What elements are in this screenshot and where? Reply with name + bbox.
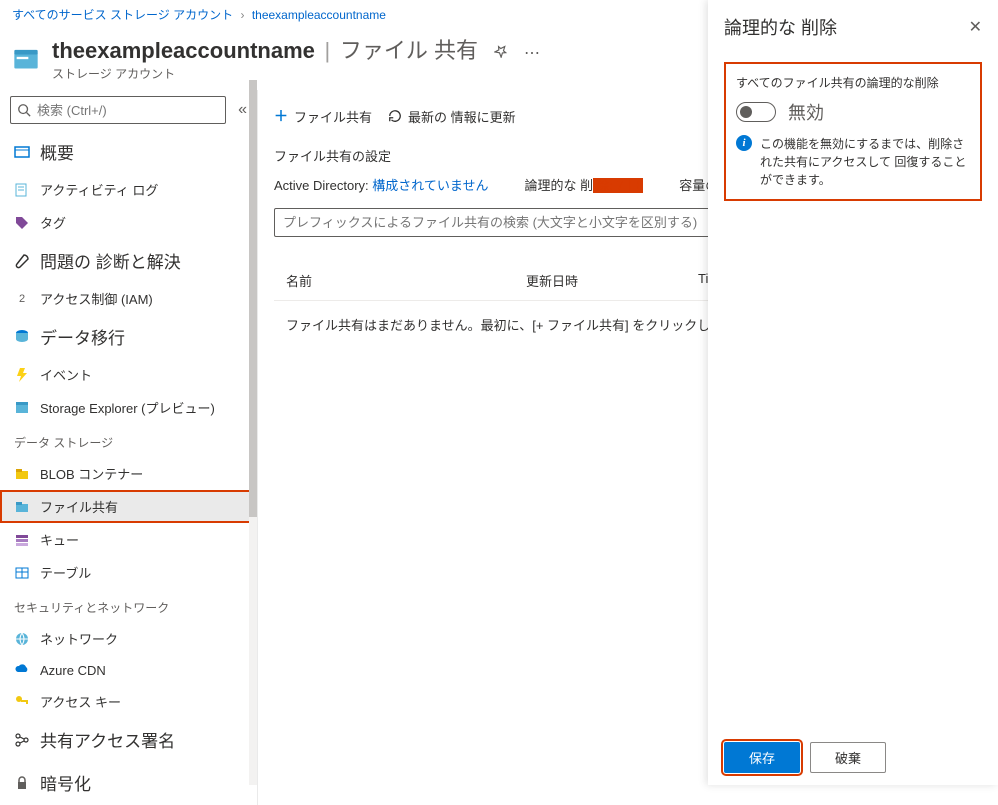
plus-icon: ＋ <box>274 106 288 126</box>
sidebar-item-encryption[interactable]: 暗号化 <box>0 761 257 804</box>
sidebar-label: 概要 <box>40 139 74 164</box>
sidebar-scrollbar[interactable] <box>249 80 257 785</box>
ad-value-link[interactable]: 構成されていません <box>372 178 488 193</box>
sidebar-label: タグ <box>40 213 66 232</box>
sidebar-item-blob[interactable]: BLOB コンテナー <box>0 457 257 490</box>
sidebar-item-iam[interactable]: 2 アクセス制御 (IAM) <box>0 282 257 315</box>
search-icon <box>17 103 31 117</box>
sidebar-label: キュー <box>40 530 79 549</box>
sidebar-item-storage-explorer[interactable]: Storage Explorer (プレビュー) <box>0 391 257 424</box>
panel-title: 論理的な 削除 <box>724 14 837 40</box>
info-icon: i <box>736 135 752 151</box>
sidebar-label: Azure CDN <box>40 663 106 678</box>
soft-delete-panel: 論理的な 削除 ✕ すべてのファイル共有の論理的な削除 無効 i この機能を無効… <box>708 0 998 785</box>
sidebar-section-security: セキュリティとネットワーク <box>0 589 257 622</box>
cdn-icon <box>14 662 30 678</box>
sidebar-label: アクセス制御 (IAM) <box>40 289 153 308</box>
events-icon <box>14 367 30 383</box>
page-title: theexampleaccountname <box>52 38 315 63</box>
key-icon <box>14 694 30 710</box>
network-icon <box>14 631 30 647</box>
toolbar-add-label: ファイル共有 <box>294 107 372 126</box>
close-icon[interactable]: ✕ <box>969 17 982 37</box>
storage-account-icon <box>12 44 40 72</box>
iam-prefix: 2 <box>14 291 30 307</box>
panel-info-text: この機能を無効にするまでは、削除された共有にアクセスして 回復することができます… <box>760 135 970 189</box>
tag-icon <box>14 215 30 231</box>
col-name[interactable]: 名前 <box>286 271 406 290</box>
panel-card-label: すべてのファイル共有の論理的な削除 <box>736 74 970 91</box>
save-button[interactable]: 保存 <box>724 742 800 773</box>
table-icon <box>14 565 30 581</box>
sidebar-label: アクセス キー <box>40 692 121 711</box>
discard-button[interactable]: 破棄 <box>810 742 886 773</box>
sidebar-label: テーブル <box>40 563 91 582</box>
sidebar-item-cdn[interactable]: Azure CDN <box>0 655 257 685</box>
sidebar: « 概要 アクティビティ ログ タグ 問題の 診断と解決 2 アクセス制御 (I… <box>0 90 258 805</box>
soft-delete-toggle[interactable] <box>736 102 776 122</box>
breadcrumb-account[interactable]: theexampleaccountname <box>252 8 386 22</box>
sidebar-item-diagnose[interactable]: 問題の 診断と解決 <box>0 239 257 282</box>
sidebar-label: Storage Explorer (プレビュー) <box>40 398 215 417</box>
sidebar-label: イベント <box>40 365 92 384</box>
sidebar-item-overview[interactable]: 概要 <box>0 130 257 173</box>
sidebar-item-activity-log[interactable]: アクティビティ ログ <box>0 173 257 206</box>
file-share-icon <box>14 499 30 515</box>
breadcrumb-storage-accounts[interactable]: ストレージ アカウント <box>110 8 233 22</box>
page-section: ファイル 共有 <box>340 38 478 63</box>
overview-icon <box>14 144 30 160</box>
more-icon[interactable]: ⋯ <box>524 45 540 62</box>
resource-type: ストレージ アカウント <box>52 65 540 82</box>
sidebar-label: 共有アクセス署名 <box>40 727 175 752</box>
softdelete-label: 論理的な 削 <box>525 178 594 193</box>
sidebar-label: ファイル共有 <box>40 497 118 516</box>
sidebar-label: データ移行 <box>40 324 125 349</box>
add-file-share-button[interactable]: ＋ ファイル共有 <box>274 106 372 126</box>
refresh-icon <box>388 109 402 123</box>
sidebar-section-storage: データ ストレージ <box>0 424 257 457</box>
blob-icon <box>14 466 30 482</box>
sidebar-item-queues[interactable]: キュー <box>0 523 257 556</box>
toolbar-refresh-label: 最新の 情報に更新 <box>408 107 516 126</box>
sidebar-label: BLOB コンテナー <box>40 464 143 483</box>
ad-label: Active Directory: <box>274 178 369 193</box>
sidebar-item-file-shares[interactable]: ファイル共有 <box>0 490 257 523</box>
sidebar-item-sas[interactable]: 共有アクセス署名 <box>0 718 257 761</box>
diagnose-icon <box>14 253 30 269</box>
sidebar-item-events[interactable]: イベント <box>0 358 257 391</box>
sidebar-label: アクティビティ ログ <box>40 180 158 199</box>
pin-icon[interactable] <box>494 45 512 62</box>
activity-log-icon <box>14 182 30 198</box>
sidebar-label: 暗号化 <box>40 770 91 795</box>
sidebar-item-data-migration[interactable]: データ移行 <box>0 315 257 358</box>
col-modified[interactable]: 更新日時 <box>526 271 578 290</box>
storage-explorer-icon <box>14 400 30 416</box>
lock-icon <box>14 775 30 791</box>
collapse-sidebar-icon[interactable]: « <box>238 101 247 119</box>
queue-icon <box>14 532 30 548</box>
sidebar-label: ネットワーク <box>40 629 118 648</box>
sidebar-item-tables[interactable]: テーブル <box>0 556 257 589</box>
sidebar-search[interactable] <box>10 96 226 124</box>
sidebar-item-access-keys[interactable]: アクセス キー <box>0 685 257 718</box>
data-migration-icon <box>14 329 30 345</box>
refresh-button[interactable]: 最新の 情報に更新 <box>388 107 516 126</box>
softdelete-value: 除: 7 日 <box>593 178 643 193</box>
toggle-state-label: 無効 <box>788 99 824 125</box>
panel-card: すべてのファイル共有の論理的な削除 無効 i この機能を無効にするまでは、削除さ… <box>724 62 982 201</box>
sidebar-item-tags[interactable]: タグ <box>0 206 257 239</box>
sas-icon <box>14 732 30 748</box>
breadcrumb-all-services[interactable]: すべてのサービス <box>12 8 107 22</box>
sidebar-label: 問題の 診断と解決 <box>40 248 181 273</box>
sidebar-search-input[interactable] <box>37 103 219 118</box>
sidebar-item-networking[interactable]: ネットワーク <box>0 622 257 655</box>
